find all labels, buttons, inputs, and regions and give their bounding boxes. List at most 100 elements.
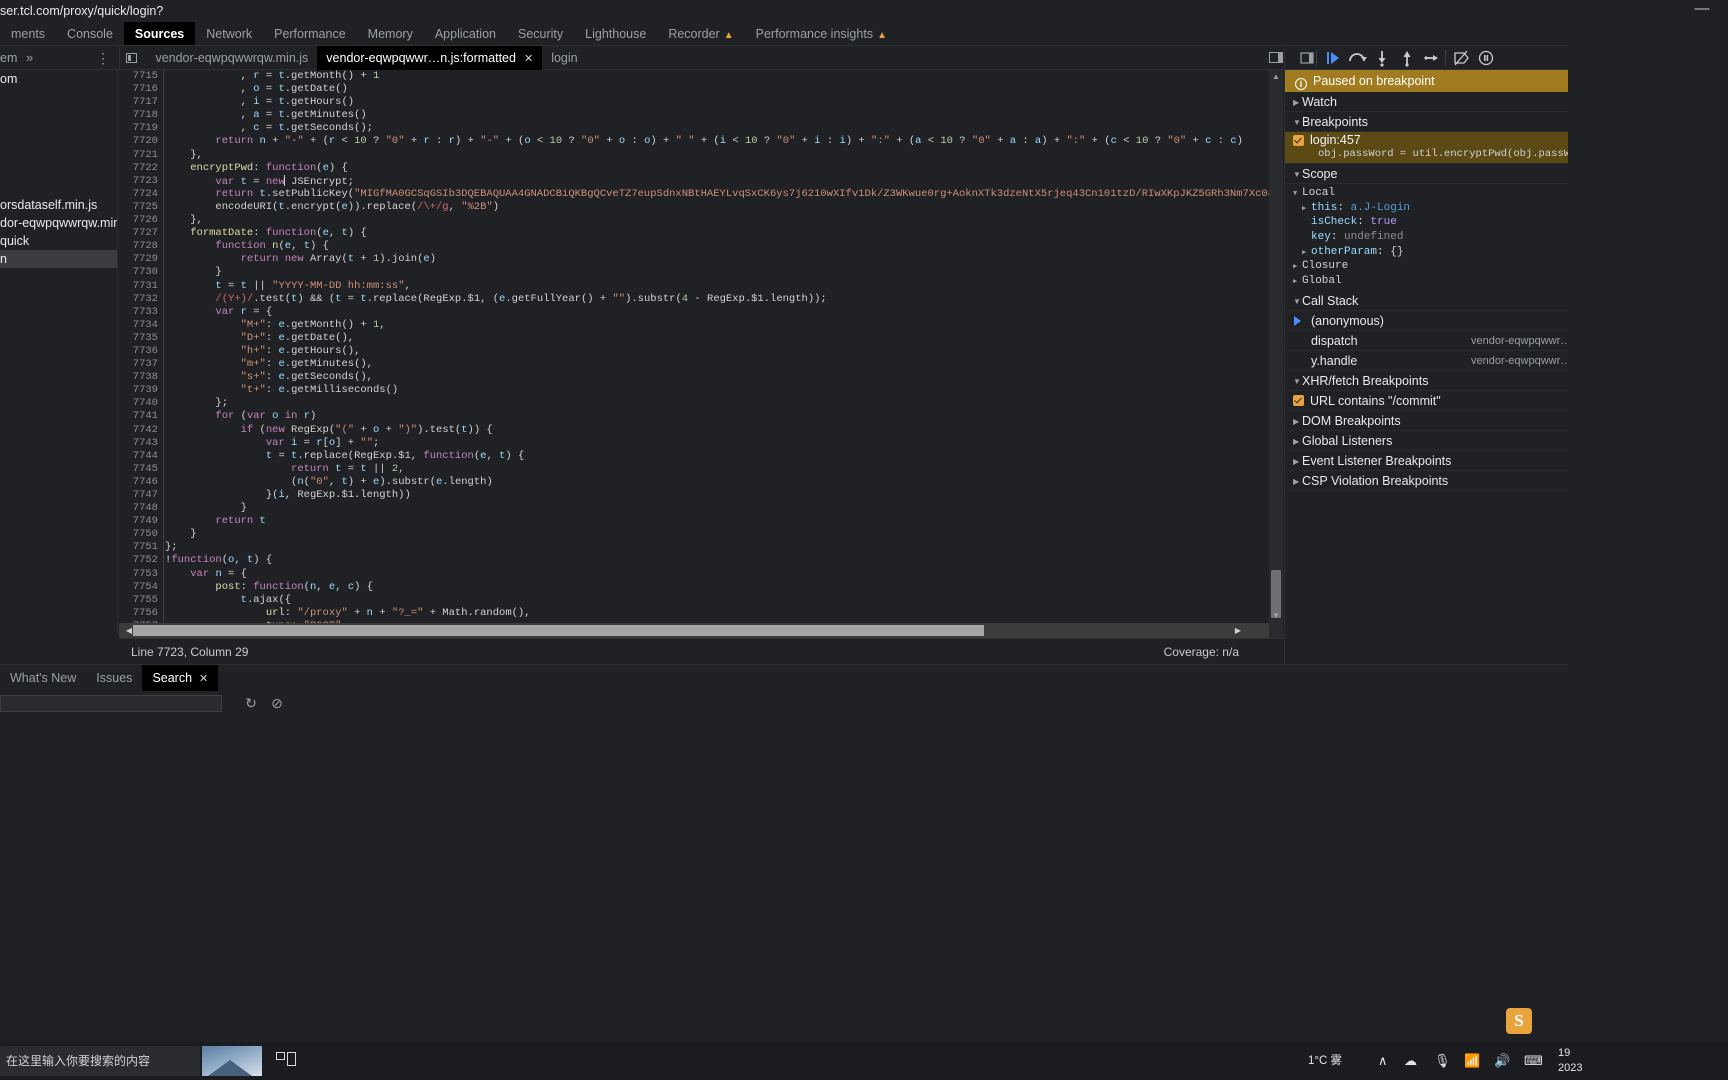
- call-stack-frame[interactable]: dispatch vendor-eqwpqwwr…: [1285, 331, 1568, 351]
- navigator-item[interactable]: [0, 142, 117, 160]
- clear-icon[interactable]: ⊘: [266, 693, 288, 714]
- drawer-tab-issues[interactable]: Issues: [86, 665, 142, 691]
- line-number[interactable]: 7725: [119, 201, 163, 214]
- global-disclosure-icon[interactable]: ▶: [1293, 275, 1302, 290]
- code-line[interactable]: return t.setPublicKey("MIGfMA0GCSqGSIb3D…: [165, 188, 1269, 201]
- scope-variable-value[interactable]: a.J-Login: [1351, 202, 1410, 214]
- drawer-tab-what-s-new[interactable]: What's New: [0, 665, 86, 691]
- file-tab-login[interactable]: login: [542, 46, 586, 70]
- line-number[interactable]: 7728: [119, 240, 163, 253]
- line-number[interactable]: 7748: [119, 502, 163, 515]
- navigator-item[interactable]: [0, 88, 117, 106]
- code-line[interactable]: url: "/proxy" + n + "?_=" + Math.random(…: [165, 607, 1269, 620]
- navigator-tab-filesystem[interactable]: em: [0, 46, 17, 70]
- scope-variable-row[interactable]: key: undefined: [1293, 230, 1568, 245]
- line-number[interactable]: 7719: [119, 122, 163, 135]
- code-line[interactable]: return new Array(t + 1).join(e): [165, 253, 1269, 266]
- scope-variable-row[interactable]: isCheck: true: [1293, 215, 1568, 230]
- devtools-tab-performance[interactable]: Performance: [263, 22, 357, 45]
- code-line[interactable]: , a = t.getMinutes(): [165, 109, 1269, 122]
- step-over-next-function-call-button[interactable]: [1345, 46, 1369, 70]
- resume-script-execution-button[interactable]: [1320, 46, 1344, 70]
- devtools-tab-application[interactable]: Application: [424, 22, 507, 45]
- code-line[interactable]: };: [165, 397, 1269, 410]
- scope-disclosure-icon[interactable]: ▶: [1302, 202, 1311, 217]
- line-number[interactable]: 7733: [119, 306, 163, 319]
- xhr-disclosure-icon[interactable]: ▼: [1293, 372, 1302, 392]
- navigator-item[interactable]: [0, 160, 117, 178]
- refresh-icon[interactable]: ↻: [240, 693, 262, 714]
- microphone-icon[interactable]: 🎙: [1434, 1042, 1451, 1080]
- section-watch[interactable]: ▶ Watch: [1285, 92, 1568, 112]
- line-number[interactable]: 7724: [119, 188, 163, 201]
- line-number[interactable]: 7715: [119, 70, 163, 83]
- code-line[interactable]: }(i, RegExp.$1.length)): [165, 489, 1269, 502]
- file-tab-vendor-eqwpqwwr-n-js-formatted[interactable]: vendor-eqwpqwwr…n.js:formatted ✕: [317, 46, 543, 70]
- code-line[interactable]: }: [165, 266, 1269, 279]
- line-number[interactable]: 7746: [119, 476, 163, 489]
- navigator-item[interactable]: orsdataself.min.js: [0, 196, 117, 214]
- code-line[interactable]: , o = t.getDate(): [165, 83, 1269, 96]
- line-number[interactable]: 7729: [119, 253, 163, 266]
- code-line[interactable]: return t = t || 2,: [165, 463, 1269, 476]
- line-number[interactable]: 7737: [119, 358, 163, 371]
- scroll-right-arrow-icon[interactable]: ▶: [1231, 623, 1245, 638]
- code-line[interactable]: "D+": e.getDate(),: [165, 332, 1269, 345]
- line-number[interactable]: 7739: [119, 384, 163, 397]
- line-number[interactable]: 7747: [119, 489, 163, 502]
- volume-icon[interactable]: 🔊: [1494, 1042, 1510, 1080]
- breakpoint-item[interactable]: login:457 obj.passWord = util.encryptPwd…: [1285, 132, 1568, 164]
- code-line[interactable]: "h+": e.getHours(),: [165, 345, 1269, 358]
- editor-horizontal-scrollbar[interactable]: ◀ ▶: [119, 623, 1269, 638]
- weather-indicator[interactable]: 1°C 雾: [1308, 1042, 1342, 1080]
- code-line[interactable]: "s+": e.getSeconds(),: [165, 371, 1269, 384]
- line-number[interactable]: 7752: [119, 554, 163, 567]
- scope-variable-row[interactable]: ▶ otherParam: {}: [1293, 245, 1568, 260]
- code-line[interactable]: var n = {: [165, 568, 1269, 581]
- navigator-item[interactable]: dor-eqwpqwwrqw.min.js: [0, 214, 117, 232]
- drawer-tab-search[interactable]: Search ✕: [142, 665, 219, 691]
- line-number[interactable]: 7732: [119, 293, 163, 306]
- code-line[interactable]: encryptPwd: function(e) {: [165, 162, 1269, 175]
- line-number[interactable]: 7734: [119, 319, 163, 332]
- section-global-listeners[interactable]: ▶ Global Listeners: [1285, 431, 1568, 451]
- scope-global-group[interactable]: ▶ Global: [1293, 274, 1568, 289]
- call-stack-list[interactable]: (anonymous) dispatch vendor-eqwpqwwr… y.han…: [1285, 311, 1568, 371]
- scroll-up-arrow-icon[interactable]: ▲: [1269, 70, 1283, 84]
- navigator-file-tree[interactable]: om orsdataself.min.js dor-eqwpqwwrqw.min.j…: [0, 70, 118, 634]
- navigator-item[interactable]: quick: [0, 232, 117, 250]
- line-number[interactable]: 7745: [119, 463, 163, 476]
- code-line[interactable]: for (var o in r): [165, 410, 1269, 423]
- code-line[interactable]: formatDate: function(e, t) {: [165, 227, 1269, 240]
- line-number[interactable]: 7723: [119, 175, 163, 188]
- scope-tree[interactable]: ▼ Local ▶ this: a.J-Login isCheck: true key:…: [1285, 184, 1568, 291]
- toggle-navigator-icon[interactable]: [120, 46, 142, 70]
- step-out-of-current-function-button[interactable]: [1395, 46, 1419, 70]
- devtools-tab-performance-insights[interactable]: Performance insights ▲: [745, 22, 898, 45]
- input-method-icon[interactable]: ⌨: [1524, 1042, 1543, 1080]
- code-line[interactable]: , r = t.getMonth() + 1: [165, 70, 1269, 83]
- devtools-tab-memory[interactable]: Memory: [357, 22, 424, 45]
- devtools-tab-sources[interactable]: Sources: [123, 22, 196, 45]
- scope-local-group[interactable]: ▼ Local: [1293, 186, 1568, 201]
- devtools-tab-ments[interactable]: ments: [0, 22, 56, 45]
- call-stack-frame[interactable]: (anonymous): [1285, 311, 1568, 331]
- coverage-label[interactable]: Coverage: n/a: [1164, 639, 1239, 665]
- code-line[interactable]: return n + "-" + (r < 10 ? "0" + r : r) …: [165, 135, 1269, 148]
- line-number[interactable]: 7742: [119, 424, 163, 437]
- scope-variable-value[interactable]: undefined: [1344, 231, 1403, 243]
- line-number[interactable]: 7730: [119, 266, 163, 279]
- devtools-tab-recorder[interactable]: Recorder ▲: [657, 22, 744, 45]
- line-number[interactable]: 7744: [119, 450, 163, 463]
- code-line[interactable]: if (new RegExp("(" + o + ")").test(t)) {: [165, 424, 1269, 437]
- pause-on-exceptions-button[interactable]: [1474, 46, 1498, 70]
- breakpoint-location[interactable]: login:457: [1310, 132, 1361, 148]
- code-line[interactable]: t.ajax({: [165, 594, 1269, 607]
- navigator-item[interactable]: [0, 106, 117, 124]
- code-line[interactable]: var r = {: [165, 306, 1269, 319]
- line-number[interactable]: 7751: [119, 541, 163, 554]
- step-button[interactable]: [1420, 46, 1444, 70]
- file-tab-vendor-eqwpqwwrqw-min-js[interactable]: vendor-eqwpqwwrqw.min.js: [146, 46, 317, 70]
- line-number[interactable]: 7750: [119, 528, 163, 541]
- devtools-tab-console[interactable]: Console: [56, 22, 124, 45]
